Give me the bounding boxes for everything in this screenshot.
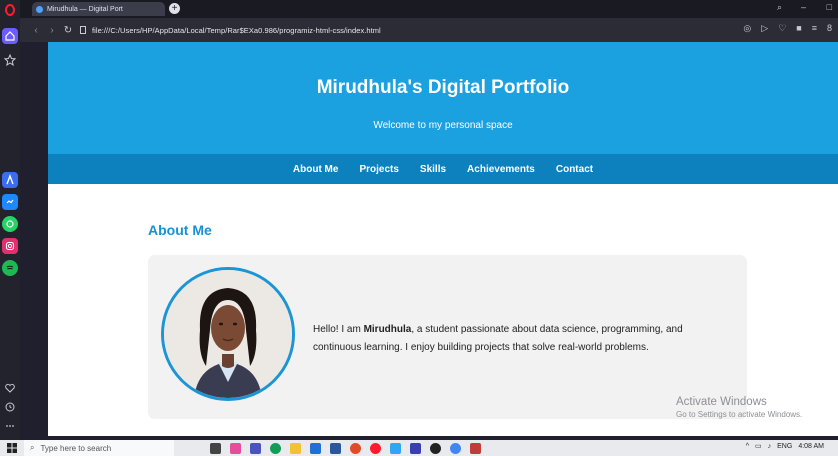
wallet-icon[interactable]: ■ (796, 23, 801, 34)
chrome-icon[interactable] (350, 442, 361, 454)
taskbar-search-placeholder: Type here to search (40, 443, 112, 453)
back-icon[interactable]: ‹ (28, 25, 44, 36)
search-icon: ⌕ (30, 443, 35, 452)
tray-time[interactable]: 4:08 AM (798, 443, 824, 450)
taskbar-apps (210, 442, 481, 454)
task-view-icon[interactable] (210, 442, 221, 454)
windows-taskbar: ⌕ Type here to search ^ ▭ ♪ ENG 4:08 AM (0, 440, 838, 456)
chrome-2-icon[interactable] (450, 442, 461, 454)
activate-windows-watermark: Activate Windows Go to Settings to activ… (676, 396, 802, 419)
instagram-icon[interactable] (2, 238, 18, 254)
file-explorer-icon[interactable] (290, 442, 301, 454)
address-bar: ‹ › ↻ file:///C:/Users/HP/AppData/Local/… (20, 18, 838, 42)
about-text: Hello! I am Mirudhula, a student passion… (313, 321, 733, 357)
about-name: Mirudhula (363, 324, 412, 335)
page-title: Mirudhula's Digital Portfolio (316, 77, 570, 98)
opera-logo-icon[interactable] (2, 2, 18, 18)
minimize-icon[interactable]: – (801, 2, 806, 12)
heart-icon[interactable] (2, 380, 18, 396)
maximize-icon[interactable]: □ (827, 2, 832, 12)
heart-icon[interactable]: ♡ (778, 23, 786, 34)
tab-search-icon[interactable]: ⌕ (777, 2, 782, 13)
new-tab-button[interactable]: + (169, 3, 180, 14)
aria-icon[interactable] (2, 172, 18, 188)
onenote-icon[interactable] (410, 442, 421, 454)
url-text: file:///C:/Users/HP/AppData/Local/Temp/R… (92, 25, 381, 35)
spotify-icon[interactable] (2, 260, 18, 276)
page-subtitle: Welcome to my personal space (373, 120, 513, 131)
watermark-line-2: Go to Settings to activate Windows. (676, 410, 803, 419)
toolbar-icons: ◎ ▷ ♡ ■ ≡ 8 (743, 23, 832, 34)
windows-logo-icon (7, 443, 17, 453)
profile-photo (161, 267, 295, 401)
system-tray: ^ ▭ ♪ ENG 4:08 AM (746, 442, 824, 451)
section-title-about: About Me (148, 222, 212, 238)
network-icon[interactable]: ▭ (755, 442, 762, 450)
teams-icon[interactable] (250, 442, 261, 454)
send-icon[interactable]: ▷ (761, 23, 768, 34)
copilot-icon[interactable] (230, 442, 241, 454)
nav-skills[interactable]: Skills (420, 164, 446, 175)
about-text-intro: Hello! I am (313, 324, 364, 335)
word-icon[interactable] (330, 442, 341, 454)
nav-contact[interactable]: Contact (556, 164, 593, 175)
more-icon[interactable] (2, 418, 18, 434)
hero-header: Mirudhula's Digital Portfolio Welcome to… (48, 42, 838, 154)
history-clock-icon[interactable] (2, 399, 18, 415)
url-field[interactable]: file:///C:/Users/HP/AppData/Local/Temp/R… (80, 26, 381, 35)
opera-icon[interactable] (370, 442, 381, 454)
nav-achievements[interactable]: Achievements (467, 164, 535, 175)
taskbar-search[interactable]: ⌕ Type here to search (24, 440, 174, 456)
edge-icon[interactable] (270, 442, 281, 454)
reload-icon[interactable]: ↻ (60, 25, 76, 36)
start-button[interactable] (0, 443, 24, 453)
profile-icon[interactable]: 8 (827, 23, 832, 34)
tray-language[interactable]: ENG (777, 443, 792, 450)
camera-icon[interactable]: ◎ (743, 23, 751, 34)
bookmarks-star-icon[interactable] (2, 52, 18, 68)
home-icon[interactable] (2, 28, 18, 44)
nav-projects[interactable]: Projects (359, 164, 398, 175)
watermark-line-1: Activate Windows (676, 396, 767, 408)
tab-bar: Mirudhula — Digital Port + ⌕ – □ (20, 0, 838, 18)
page-viewport: Mirudhula's Digital Portfolio Welcome to… (48, 42, 838, 436)
about-card: Hello! I am Mirudhula, a student passion… (148, 255, 747, 419)
app-icon[interactable] (430, 442, 441, 454)
tab-favicon-icon (36, 5, 43, 13)
photos-icon[interactable] (390, 442, 401, 454)
flag-app-icon[interactable] (470, 442, 481, 454)
tab-title: Mirudhula — Digital Port (47, 5, 123, 13)
nav-about-me[interactable]: About Me (293, 164, 339, 175)
forward-icon[interactable]: › (44, 25, 60, 36)
site-nav: About Me Projects Skills Achievements Co… (48, 154, 838, 184)
easy-setup-icon[interactable]: ≡ (812, 23, 817, 34)
chevron-up-icon[interactable]: ^ (746, 443, 749, 450)
tab-active[interactable]: Mirudhula — Digital Port (32, 2, 165, 16)
store-icon[interactable] (310, 442, 321, 454)
messenger-icon[interactable] (2, 194, 18, 210)
browser-sidebar (0, 0, 20, 440)
file-page-icon (80, 26, 86, 34)
volume-icon[interactable]: ♪ (768, 443, 772, 450)
whatsapp-icon[interactable] (2, 216, 18, 232)
